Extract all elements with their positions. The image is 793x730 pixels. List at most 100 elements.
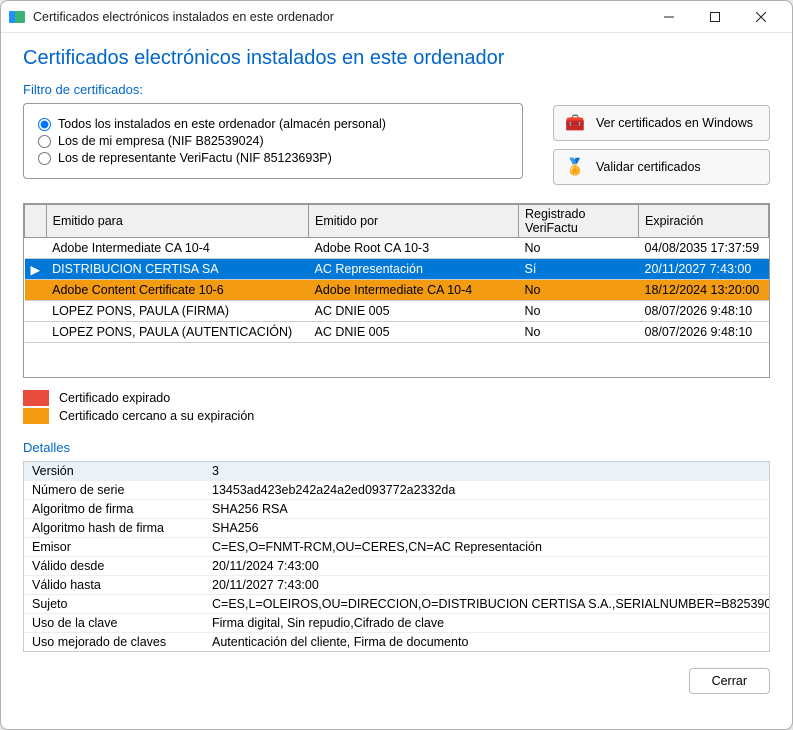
table-row[interactable]: LOPEZ PONS, PAULA (AUTENTICACIÓN)AC DNIE… <box>25 322 769 343</box>
detail-key: Uso de la clave <box>24 614 204 632</box>
cell-issued_by: AC DNIE 005 <box>309 301 519 322</box>
filter-option-label-0: Todos los instalados en este ordenador (… <box>58 117 386 131</box>
cell-expiration: 20/11/2027 7:43:00 <box>639 259 769 280</box>
detail-row: EmisorC=ES,O=FNMT-RCM,OU=CERES,CN=AC Rep… <box>24 538 769 557</box>
table-row[interactable]: Adobe Content Certificate 10-6Adobe Inte… <box>25 280 769 301</box>
cell-expiration: 18/12/2024 13:20:00 <box>639 280 769 301</box>
cell-issued_to: LOPEZ PONS, PAULA (AUTENTICACIÓN) <box>46 322 308 343</box>
detail-row: Versión3 <box>24 462 769 481</box>
row-indicator <box>25 301 47 322</box>
detail-value: 20/11/2024 7:43:00 <box>204 557 769 575</box>
detail-value: C=ES,L=OLEIROS,OU=DIRECCION,O=DISTRIBUCI… <box>204 595 769 613</box>
cell-issued_by: AC DNIE 005 <box>309 322 519 343</box>
close-window-button[interactable] <box>738 1 784 33</box>
row-indicator: ▶ <box>25 259 47 280</box>
detail-value: 13453ad423eb242a24a2ed093772a2332da <box>204 481 769 499</box>
cell-expiration: 08/07/2026 9:48:10 <box>639 322 769 343</box>
col-issued-to[interactable]: Emitido para <box>46 205 308 238</box>
filter-radio-1[interactable] <box>38 135 51 148</box>
detail-row: Uso de la claveFirma digital, Sin repudi… <box>24 614 769 633</box>
window-title: Certificados electrónicos instalados en … <box>33 10 646 24</box>
detail-row: Algoritmo de firmaSHA256 RSA <box>24 500 769 519</box>
close-button[interactable]: Cerrar <box>689 668 770 694</box>
row-indicator <box>25 238 47 259</box>
titlebar: Certificados electrónicos instalados en … <box>1 1 792 33</box>
detail-row: Algoritmo hash de firmaSHA256 <box>24 519 769 538</box>
cell-expiration: 08/07/2026 9:48:10 <box>639 301 769 322</box>
legend-expired-label: Certificado expirado <box>59 391 170 405</box>
legend-expired: Certificado expirado <box>23 390 770 406</box>
detail-value: C=ES,O=FNMT-RCM,OU=CERES,CN=AC Represent… <box>204 538 769 556</box>
filter-row: Todos los instalados en este ordenador (… <box>23 103 770 185</box>
filter-radio-0[interactable] <box>38 118 51 131</box>
table-row[interactable]: ▶DISTRIBUCION CERTISA SAAC Representació… <box>25 259 769 280</box>
cell-issued_to: DISTRIBUCION CERTISA SA <box>46 259 308 280</box>
cell-issued_to: LOPEZ PONS, PAULA (FIRMA) <box>46 301 308 322</box>
table-row[interactable]: LOPEZ PONS, PAULA (FIRMA)AC DNIE 005No08… <box>25 301 769 322</box>
award-icon: 🏅 <box>564 156 586 178</box>
cell-registered: No <box>519 280 639 301</box>
content-area: Certificados electrónicos instalados en … <box>1 33 792 729</box>
col-issued-by[interactable]: Emitido por <box>309 205 519 238</box>
legend: Certificado expirado Certificado cercano… <box>23 388 770 426</box>
detail-row: Número de serie13453ad423eb242a24a2ed093… <box>24 481 769 500</box>
cell-registered: No <box>519 322 639 343</box>
detail-key: Versión <box>24 462 204 480</box>
validate-certs-button[interactable]: 🏅 Validar certificados <box>553 149 770 185</box>
toolbox-icon: 🧰 <box>564 112 586 134</box>
detail-key: Sujeto <box>24 595 204 613</box>
action-buttons: 🧰 Ver certificados en Windows 🏅 Validar … <box>553 103 770 185</box>
app-icon <box>9 9 25 25</box>
detail-key: Válido hasta <box>24 576 204 594</box>
view-certs-windows-label: Ver certificados en Windows <box>596 116 753 130</box>
footer: Cerrar <box>23 652 770 694</box>
col-registered[interactable]: Registrado VeriFactu <box>519 205 639 238</box>
cell-registered: No <box>519 238 639 259</box>
detail-key: Algoritmo de firma <box>24 500 204 518</box>
cell-issued_by: Adobe Intermediate CA 10-4 <box>309 280 519 301</box>
view-certs-windows-button[interactable]: 🧰 Ver certificados en Windows <box>553 105 770 141</box>
detail-value: Firma digital, Sin repudio,Cifrado de cl… <box>204 614 769 632</box>
certificates-table[interactable]: Emitido para Emitido por Registrado Veri… <box>24 204 769 343</box>
filter-heading: Filtro de certificados: <box>23 82 770 97</box>
window-buttons <box>646 1 784 33</box>
filter-option-2[interactable]: Los de representante VeriFactu (NIF 8512… <box>38 151 508 165</box>
filter-option-0[interactable]: Todos los instalados en este ordenador (… <box>38 117 508 131</box>
certificates-table-wrap: Emitido para Emitido por Registrado Veri… <box>23 203 770 378</box>
legend-nearexp-label: Certificado cercano a su expiración <box>59 409 254 423</box>
detail-row: SujetoC=ES,L=OLEIROS,OU=DIRECCION,O=DIST… <box>24 595 769 614</box>
swatch-expired <box>23 390 49 406</box>
cell-issued_by: AC Representación <box>309 259 519 280</box>
detail-row: Válido hasta20/11/2027 7:43:00 <box>24 576 769 595</box>
col-expiration[interactable]: Expiración <box>639 205 769 238</box>
cell-issued_to: Adobe Intermediate CA 10-4 <box>46 238 308 259</box>
cell-expiration: 04/08/2035 17:37:59 <box>639 238 769 259</box>
details-grid: Versión3Número de serie13453ad423eb242a2… <box>23 461 770 652</box>
detail-key: Válido desde <box>24 557 204 575</box>
filter-radio-2[interactable] <box>38 152 51 165</box>
maximize-button[interactable] <box>692 1 738 33</box>
table-row[interactable]: Adobe Intermediate CA 10-4Adobe Root CA … <box>25 238 769 259</box>
row-indicator <box>25 280 47 301</box>
filter-option-label-1: Los de mi empresa (NIF B82539024) <box>58 134 264 148</box>
filter-option-1[interactable]: Los de mi empresa (NIF B82539024) <box>38 134 508 148</box>
page-title: Certificados electrónicos instalados en … <box>23 47 770 70</box>
details-heading: Detalles <box>23 440 770 455</box>
detail-value: 20/11/2027 7:43:00 <box>204 576 769 594</box>
minimize-button[interactable] <box>646 1 692 33</box>
validate-certs-label: Validar certificados <box>596 160 701 174</box>
detail-value: 3 <box>204 462 769 480</box>
detail-row: Válido desde20/11/2024 7:43:00 <box>24 557 769 576</box>
cell-registered: Sí <box>519 259 639 280</box>
detail-value: SHA256 <box>204 519 769 537</box>
legend-nearexp: Certificado cercano a su expiración <box>23 408 770 424</box>
detail-key: Uso mejorado de claves <box>24 633 204 651</box>
row-indicator <box>25 322 47 343</box>
detail-value: Autenticación del cliente, Firma de docu… <box>204 633 769 651</box>
filter-option-label-2: Los de representante VeriFactu (NIF 8512… <box>58 151 332 165</box>
detail-key: Emisor <box>24 538 204 556</box>
swatch-nearexp <box>23 408 49 424</box>
filter-box: Todos los instalados en este ordenador (… <box>23 103 523 179</box>
cell-registered: No <box>519 301 639 322</box>
cell-issued_by: Adobe Root CA 10-3 <box>309 238 519 259</box>
